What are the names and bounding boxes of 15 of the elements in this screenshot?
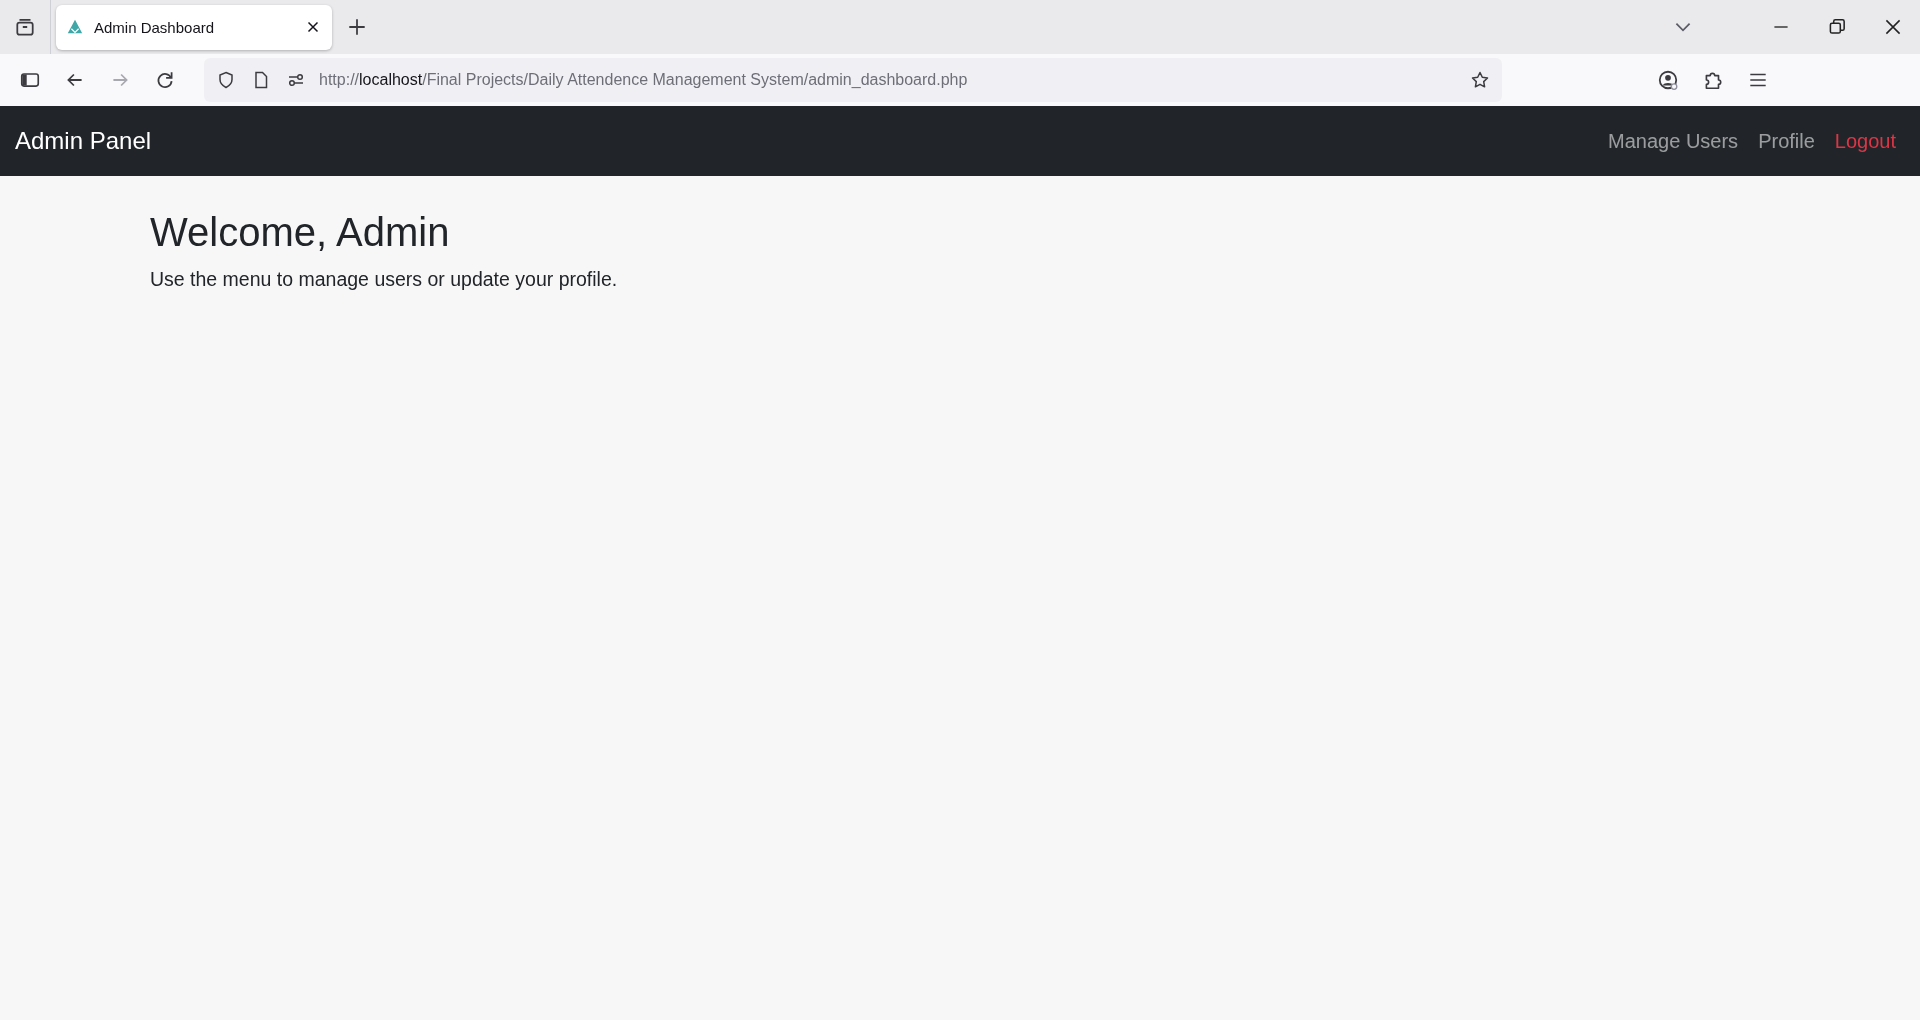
account-icon[interactable]: [1657, 69, 1679, 91]
tab-list-icon[interactable]: [14, 16, 36, 38]
browser-tab[interactable]: Admin Dashboard: [56, 4, 332, 50]
welcome-heading: Welcome, Admin: [150, 209, 451, 256]
tab-title: Admin Dashboard: [94, 18, 216, 36]
nav-link[interactable]: Manage Users: [1608, 129, 1739, 153]
brand-link[interactable]: Admin Panel: [15, 127, 152, 155]
site-logo-icon: [66, 18, 84, 36]
address-bar[interactable]: http://localhost/Final Projects/Daily Attendence Management System/admin_dashboard.php: [204, 58, 1502, 102]
shield-icon[interactable]: [216, 70, 236, 90]
star-icon[interactable]: [1470, 70, 1490, 90]
url-text: http://localhost/Final Projects/Daily Attendence Management System/admin_dashboard.php: [319, 71, 968, 89]
nav-link[interactable]: Profile: [1758, 129, 1815, 153]
new-tab-icon[interactable]: [346, 16, 368, 38]
intro-text: Use the menu to manage users or update your profile.: [150, 268, 619, 291]
